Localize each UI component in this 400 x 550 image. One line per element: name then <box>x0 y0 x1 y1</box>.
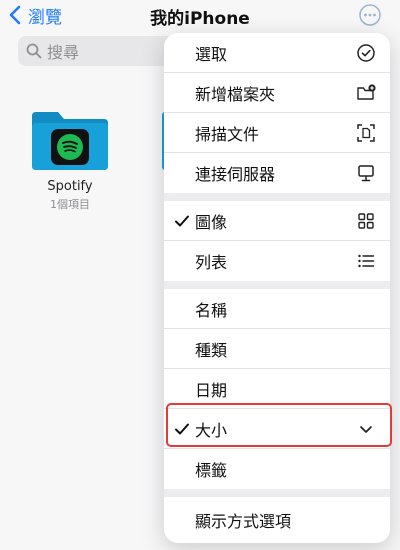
menu-item-scan-documents[interactable]: 掃描文件 <box>164 113 390 153</box>
menu-item-sort-date[interactable]: 日期 <box>164 369 390 409</box>
checkmark-icon <box>175 423 189 434</box>
list-icon <box>358 254 375 268</box>
menu-item-view-options[interactable]: 顯示方式選項 <box>164 497 390 543</box>
folder-name: Spotify <box>47 179 93 194</box>
menu-item-label: 圖像 <box>195 212 228 232</box>
menu-item-view-list[interactable]: 列表 <box>164 241 390 281</box>
menu-item-label: 日期 <box>195 380 228 400</box>
folder-spotify[interactable]: Spotify 1個項目 <box>30 110 110 212</box>
menu-item-label: 掃描文件 <box>195 124 260 144</box>
folder-add-icon <box>357 83 376 100</box>
menu-separator <box>164 281 390 289</box>
more-options-button[interactable] <box>358 3 382 27</box>
menu-item-view-icons[interactable]: 圖像 <box>164 201 390 241</box>
menu-item-sort-size[interactable]: 大小 <box>164 409 390 449</box>
checkmark-icon <box>175 215 189 226</box>
menu-item-label: 種類 <box>195 340 228 360</box>
menu-item-label: 顯示方式選項 <box>195 512 292 531</box>
menu-item-label: 連接伺服器 <box>195 165 276 184</box>
search-icon <box>26 43 42 59</box>
menu-item-connect-server[interactable]: 連接伺服器 <box>164 153 390 193</box>
menu-item-sort-tags[interactable]: 標籤 <box>164 449 390 489</box>
page-title: 我的iPhone <box>150 9 250 29</box>
menu-item-sort-name[interactable]: 名稱 <box>164 289 390 329</box>
menu-item-label: 標籤 <box>195 461 228 480</box>
menu-item-sort-kind[interactable]: 種類 <box>164 329 390 369</box>
menu-separator <box>164 489 390 497</box>
spotify-folder-icon <box>32 112 108 170</box>
chevron-down-icon <box>360 425 372 433</box>
menu-item-label: 新增檔案夾 <box>195 84 276 104</box>
menu-item-label: 列表 <box>195 253 228 272</box>
checkmark-circle-icon <box>357 43 375 62</box>
navigation-bar: 瀏覽 我的iPhone <box>0 0 400 30</box>
menu-separator <box>164 193 390 201</box>
folder-item-count: 1個項目 <box>50 198 90 211</box>
menu-item-select[interactable]: 選取 <box>164 33 390 73</box>
menu-item-new-folder[interactable]: 新增檔案夾 <box>164 73 390 113</box>
menu-item-label: 名稱 <box>195 300 228 320</box>
search-placeholder: 搜尋 <box>47 43 80 62</box>
menu-item-label: 大小 <box>195 420 228 440</box>
context-menu: 選取 新增檔案夾 掃描文件 連接伺服器 圖像 列表 名稱 種類 日期 大小 標籤… <box>164 33 390 543</box>
grid-icon <box>358 212 374 229</box>
monitor-icon <box>358 165 374 182</box>
ellipsis-circle-icon <box>359 4 381 26</box>
menu-item-label: 選取 <box>195 44 228 64</box>
document-scan-icon <box>357 123 375 142</box>
